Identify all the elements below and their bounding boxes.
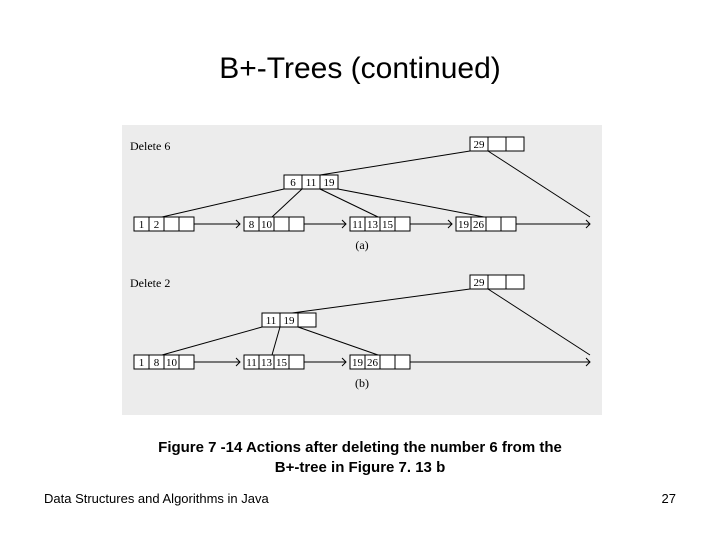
op-label-b: Delete 2 — [130, 276, 170, 290]
leaf-b-2-k0: 19 — [352, 357, 364, 369]
caption-line1: Figure 7 -14 Actions after deleting the … — [158, 439, 562, 456]
root-node-b: 29 — [470, 275, 524, 289]
btree-diagram-svg: Delete 6 29 6 11 19 — [122, 125, 602, 415]
int-a-k0: 6 — [290, 177, 296, 189]
leaf-a-3: 19 26 — [456, 217, 516, 231]
leaf-a-3-k0: 19 — [458, 219, 470, 231]
int-a-k1: 11 — [306, 177, 317, 189]
op-label-a: Delete 6 — [130, 139, 170, 153]
slide-title: B+-Trees (continued) — [0, 52, 720, 86]
leaf-b-0-k0: 1 — [139, 357, 145, 369]
leaf-b-2: 19 26 — [350, 355, 410, 369]
leaf-a-2-k0: 11 — [352, 219, 363, 231]
leaf-b-0: 1 8 10 — [134, 355, 194, 369]
leaf-a-0: 1 2 — [134, 217, 194, 231]
caption-line2: B+-tree in Figure 7. 13 b — [275, 459, 445, 476]
sublabel-b: (b) — [355, 376, 369, 390]
leaf-a-2-k1: 13 — [367, 219, 379, 231]
leaf-b-1-k2: 15 — [276, 357, 288, 369]
leaf-b-0-k1: 8 — [154, 357, 160, 369]
leaf-a-1-k1: 10 — [261, 219, 273, 231]
leaf-a-2: 11 13 15 — [350, 217, 410, 231]
figure-caption: Figure 7 -14 Actions after deleting the … — [0, 438, 720, 477]
root-b-key0: 29 — [474, 277, 486, 289]
int-a-k2: 19 — [324, 177, 336, 189]
leaf-a-3-k1: 26 — [473, 219, 485, 231]
leaf-b-1-k0: 11 — [246, 357, 257, 369]
figure-panel: Delete 6 29 6 11 19 — [122, 125, 602, 415]
leaf-a-1: 8 10 — [244, 217, 304, 231]
slide: B+-Trees (continued) Delete 6 29 6 — [0, 0, 720, 540]
root-a-key0: 29 — [474, 139, 486, 151]
leaf-b-1-k1: 13 — [261, 357, 273, 369]
int-b-k1: 19 — [284, 315, 296, 327]
leaf-b-1: 11 13 15 — [244, 355, 304, 369]
internal-node-a: 6 11 19 — [284, 175, 338, 189]
leaf-a-0-k1: 2 — [154, 219, 160, 231]
leaf-a-2-k2: 15 — [382, 219, 394, 231]
leaf-b-2-k1: 26 — [367, 357, 379, 369]
sublabel-a: (a) — [355, 238, 368, 252]
leaf-b-0-k2: 10 — [166, 357, 178, 369]
int-b-k0: 11 — [266, 315, 277, 327]
page-number: 27 — [662, 491, 676, 506]
footer-source: Data Structures and Algorithms in Java — [44, 491, 269, 506]
leaf-a-1-k0: 8 — [249, 219, 255, 231]
internal-node-b: 11 19 — [262, 313, 316, 327]
leaf-a-0-k0: 1 — [139, 219, 145, 231]
root-node-a: 29 — [470, 137, 524, 151]
